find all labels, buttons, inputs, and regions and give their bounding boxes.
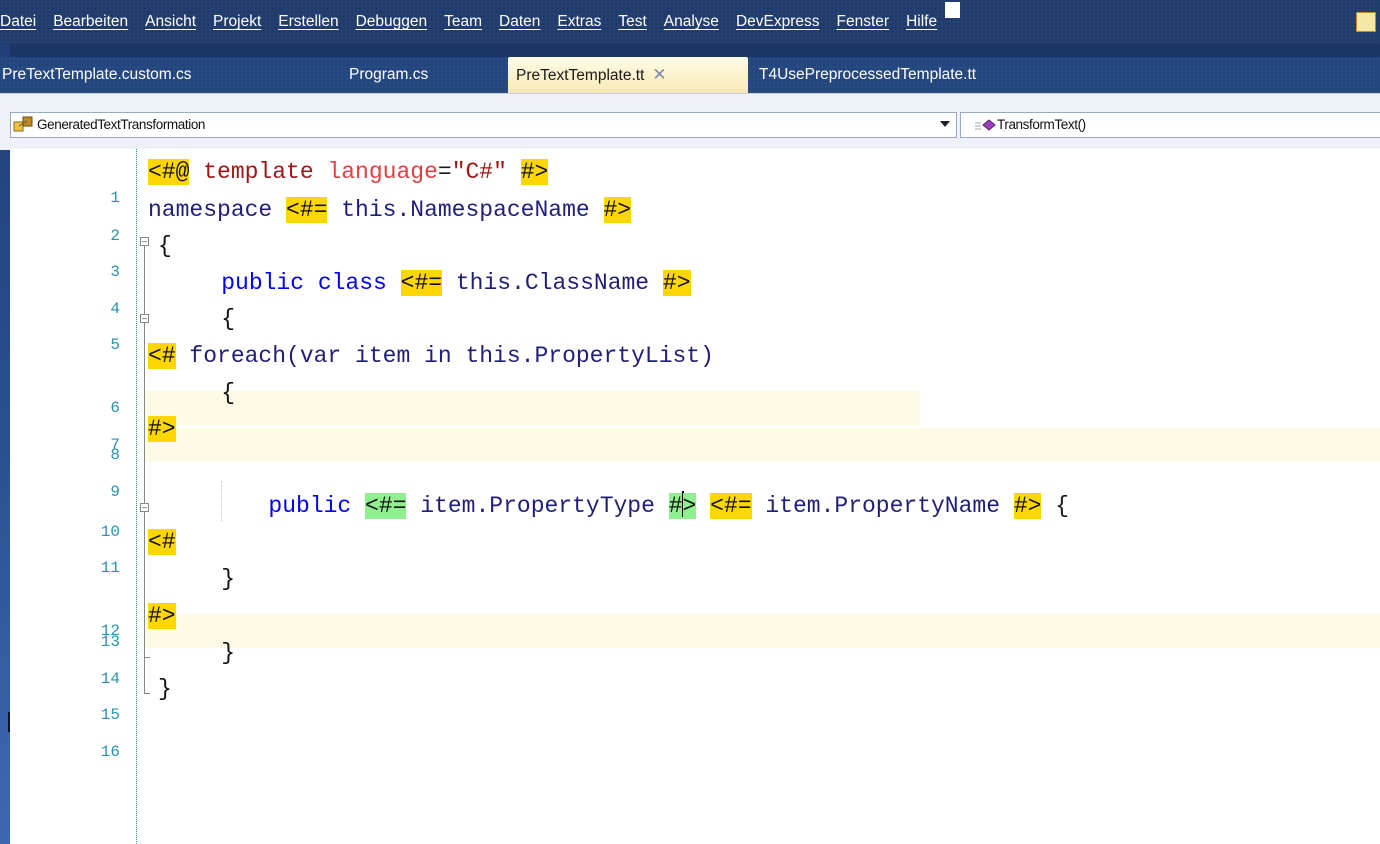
menu-datei[interactable]: Datei: [0, 0, 45, 44]
menu-bar: Datei Bearbeiten Ansicht Projekt Erstell…: [0, 0, 1380, 44]
control-open: <#: [148, 343, 176, 369]
document-tab-bar: PreTextTemplate.custom.cs Program.cs Pre…: [0, 57, 1380, 93]
class-dropdown[interactable]: GeneratedTextTransformation: [10, 112, 957, 138]
code-line-4: 4 public class <#= this.ClassName #>: [10, 266, 1380, 318]
code-text: #>: [148, 599, 176, 633]
code-text: }: [166, 640, 236, 666]
menu-fenster[interactable]: Fenster: [829, 0, 899, 44]
code-text: namespace <#= this.NamespaceName #>: [148, 193, 632, 227]
expression-open: <#=: [400, 270, 443, 296]
expression-close: #>: [662, 270, 691, 296]
menu-analyse[interactable]: Analyse: [656, 0, 728, 44]
directive-open: <#@: [148, 159, 190, 185]
menu-hilfe[interactable]: Hilfe: [898, 0, 946, 44]
menu-items: Datei Bearbeiten Ansicht Projekt Erstell…: [0, 0, 946, 44]
active-expression-open: <#=: [365, 493, 407, 519]
method-icon: [975, 119, 996, 131]
code-line-6: 6 <# foreach(var item in this.PropertyLi…: [10, 339, 1380, 425]
visual-studio-window: Datei Bearbeiten Ansicht Projekt Erstell…: [0, 0, 1380, 844]
tab-pretexttemplate-tt[interactable]: PreTextTemplate.tt ✕: [508, 57, 748, 93]
tab-program-cs[interactable]: Program.cs: [349, 57, 469, 93]
menu-erstellen[interactable]: Erstellen: [270, 0, 347, 44]
code-text: <#: [148, 525, 176, 559]
expression-open: <#=: [710, 493, 752, 519]
menu-team[interactable]: Team: [436, 0, 491, 44]
code-line-9: 9: [10, 449, 1380, 501]
code-text: <# foreach(var item in this.PropertyList…: [148, 339, 714, 373]
menu-devexpress[interactable]: DevExpress: [728, 0, 829, 44]
menu-bearbeiten[interactable]: Bearbeiten: [45, 0, 137, 44]
text-literal: public class: [166, 270, 401, 296]
code-line-2: 2 namespace <#= this.NamespaceName #>: [10, 193, 1380, 245]
window-overlay-square-icon: [945, 2, 960, 18]
control-code: foreach(var item in this.PropertyList): [175, 343, 714, 369]
toolbar-overflow-icon[interactable]: [1356, 12, 1376, 32]
active-expression-close-end: >: [682, 493, 697, 519]
menu-test[interactable]: Test: [610, 0, 655, 44]
tab-pretexttemplate-custom-cs[interactable]: PreTextTemplate.custom.cs: [0, 57, 340, 93]
control-close: #>: [148, 603, 176, 629]
code-line-3: 3 {: [10, 229, 1380, 281]
code-text: {: [166, 380, 236, 406]
attribute-value: "C#": [451, 159, 507, 185]
expression-code: item.PropertyType: [406, 493, 669, 519]
code-line-1: 1 <#@ template language="C#" #>: [10, 155, 1380, 207]
expression-open: <#=: [286, 197, 328, 223]
control-close: #>: [148, 416, 176, 442]
tab-label: Program.cs: [349, 66, 429, 83]
tab-t4usepreprocessedtemplate-tt[interactable]: T4UsePreprocessedTemplate.tt: [759, 57, 1059, 93]
directive-close: #>: [520, 159, 549, 185]
code-text: }: [166, 566, 236, 592]
text-literal: {: [1041, 493, 1070, 519]
directive-name: template: [189, 159, 328, 185]
control-open: <#: [148, 529, 176, 555]
code-line-5: 5 {: [10, 302, 1380, 354]
menu-ansicht[interactable]: Ansicht: [137, 0, 205, 44]
menu-daten[interactable]: Daten: [491, 0, 549, 44]
code-text: <#@ template language="C#" #>: [148, 155, 549, 189]
equals-sign: =: [437, 159, 452, 185]
menu-extras[interactable]: Extras: [549, 0, 610, 44]
code-text: public <#= item.PropertyType #> <#= item…: [158, 489, 1069, 523]
tab-label: PreTextTemplate.custom.cs: [2, 66, 192, 83]
tab-label: PreTextTemplate.tt: [516, 67, 645, 84]
code-line-12: 12 }: [10, 562, 1380, 648]
expression-code: item.PropertyName: [751, 493, 1014, 519]
expression-code: this.NamespaceName: [327, 197, 604, 223]
navigation-bar: GeneratedTextTransformation TransformTex…: [0, 93, 1380, 150]
code-line-11: 11 <#: [10, 525, 1380, 577]
tab-label: T4UsePreprocessedTemplate.tt: [759, 66, 977, 83]
code-line-7: 7 {: [10, 376, 1380, 462]
active-expression-close: #: [668, 493, 683, 519]
expression-close: #>: [603, 197, 632, 223]
code-text: public class <#= this.ClassName #>: [166, 266, 691, 300]
text-literal: public: [158, 493, 366, 519]
class-icon: [13, 116, 33, 132]
code-line-16: 16: [10, 709, 1380, 761]
code-line-15: 15 }: [10, 672, 1380, 724]
class-dropdown-value: GeneratedTextTransformation: [37, 117, 206, 132]
expression-code: this.ClassName: [442, 270, 663, 296]
member-dropdown[interactable]: TransformText(): [960, 112, 1380, 138]
expression-close: #>: [1013, 493, 1042, 519]
line-number: 16: [100, 743, 120, 761]
member-dropdown-value: TransformText(): [997, 117, 1086, 132]
menu-debuggen[interactable]: Debuggen: [348, 0, 437, 44]
code-text: {: [158, 233, 172, 259]
directive-attribute: language: [327, 159, 438, 185]
code-editor[interactable]: – – – 1 <#@ template language="C#" #> 2 …: [10, 149, 1380, 844]
text-literal: namespace: [148, 197, 287, 223]
menu-projekt[interactable]: Projekt: [205, 0, 270, 44]
code-text: {: [166, 306, 236, 332]
code-line-8: 8 #>: [10, 412, 1380, 464]
code-line-13: 13 #>: [10, 599, 1380, 651]
code-text: }: [158, 676, 172, 702]
chevron-down-icon[interactable]: [940, 121, 950, 127]
close-icon[interactable]: ✕: [652, 65, 666, 84]
code-line-10: 10 public <#= item.PropertyType #> <#= i…: [10, 489, 1380, 541]
code-text: #>: [148, 412, 176, 446]
code-line-14: 14 }: [10, 636, 1380, 688]
